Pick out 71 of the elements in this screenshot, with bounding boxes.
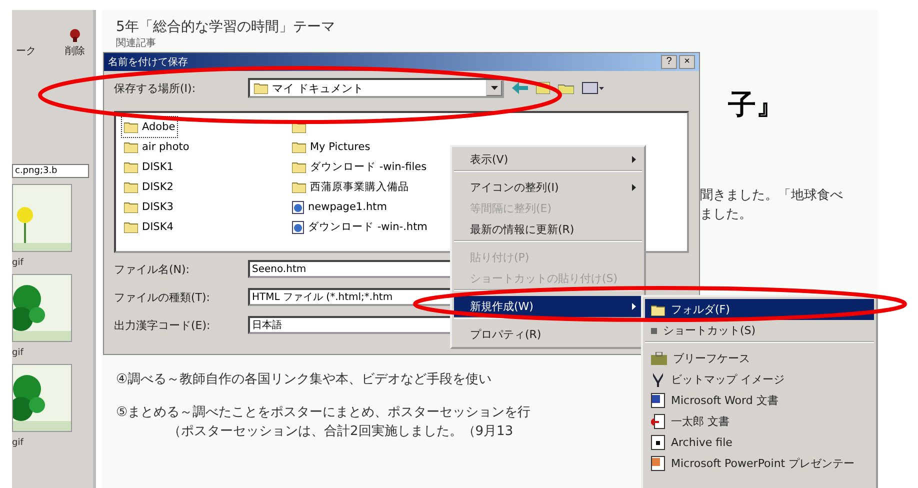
- file-item[interactable]: DISK1: [122, 157, 176, 177]
- file-item[interactable]: ダウンロード -win-.htm: [290, 217, 430, 237]
- folder-icon: [124, 181, 138, 193]
- field-label: ファイル名(N):: [114, 262, 191, 276]
- back-icon[interactable]: [512, 82, 528, 94]
- file-item[interactable]: DISK4: [122, 217, 176, 237]
- folder-icon: [124, 141, 138, 153]
- filter-dropdown[interactable]: c.png;3.b: [12, 164, 89, 178]
- folder-icon: [292, 161, 306, 173]
- body-text: ④調べる～教師自作の各国リンク集や本、ビデオなど手段を使い: [116, 371, 492, 389]
- folder-icon: [292, 181, 306, 193]
- thumbnail-caption: gif: [12, 348, 24, 358]
- body-text: ⑤まとめる～調べたことをポスターにまとめ、ポスターセッションを行: [116, 404, 531, 422]
- body-text: （ポスターセッションは、合計2回実施しました。（9月13: [167, 423, 514, 441]
- body-text: 聞きました。「地球食べ: [700, 187, 843, 205]
- document-icon: [651, 414, 665, 429]
- menu-item[interactable]: Microsoft Word 文書: [645, 390, 874, 411]
- web-page-icon: [292, 220, 304, 234]
- document-title: 子』: [728, 87, 784, 123]
- field-label: 出力漢字コード(E):: [114, 318, 212, 332]
- document-subheading: 関連記事: [116, 36, 157, 50]
- toolbar-label[interactable]: ーク: [16, 44, 36, 58]
- folder-icon: [124, 161, 138, 173]
- file-icon: [651, 435, 665, 450]
- file-item[interactable]: DISK2: [122, 177, 176, 197]
- submenu-arrow-icon: [632, 184, 636, 191]
- file-item[interactable]: air photo: [122, 137, 192, 157]
- close-button[interactable]: ×: [679, 55, 695, 69]
- location-label: 保存する場所(I):: [114, 80, 197, 96]
- thumbnail-caption: gif: [12, 258, 24, 268]
- folder-icon: [292, 141, 306, 153]
- folder-icon: [124, 221, 138, 233]
- view-menu-icon[interactable]: [582, 82, 604, 94]
- thumbnail-caption: gif: [12, 438, 24, 448]
- menu-item[interactable]: 表示(V): [454, 149, 642, 172]
- folder-icon: [254, 82, 268, 94]
- document-icon: [651, 393, 665, 408]
- menu-item[interactable]: Archive file: [645, 432, 874, 453]
- field-label: ファイルの種類(T):: [114, 290, 212, 304]
- folder-icon: [292, 121, 306, 133]
- briefcase-icon: [651, 352, 667, 365]
- submenu-arrow-icon: [632, 156, 636, 163]
- menu-item[interactable]: ブリーフケース: [645, 348, 874, 369]
- folder-icon: [124, 201, 138, 213]
- web-page-icon: [292, 200, 304, 214]
- file-item[interactable]: ダウンロード -win-files: [290, 157, 429, 177]
- shortcut-icon: [651, 328, 657, 334]
- file-item[interactable]: newpage1.htm: [290, 197, 389, 217]
- file-item[interactable]: Adobe: [122, 117, 178, 137]
- new-folder-icon[interactable]: [558, 82, 574, 94]
- folder-icon: [651, 304, 665, 316]
- file-item[interactable]: DISK3: [122, 197, 176, 217]
- menu-item[interactable]: Microsoft PowerPoint プレゼンテー: [645, 453, 874, 474]
- window-title: 名前を付けて保存: [108, 56, 189, 69]
- file-item[interactable]: 西蒲原事業購入備品: [290, 177, 411, 197]
- document-icon: [651, 456, 665, 471]
- menu-item[interactable]: アイコンの整列(I): [454, 177, 642, 198]
- menu-item[interactable]: ショートカット(S): [645, 320, 874, 343]
- document-heading: 5年「総合的な学習の時間」テーマ: [116, 18, 336, 36]
- menu-item[interactable]: ビットマップ イメージ: [645, 369, 874, 390]
- menu-item[interactable]: 一太郎 文書: [645, 411, 874, 432]
- toolbar-label[interactable]: 削除: [65, 44, 85, 58]
- menu-item[interactable]: 最新の情報に更新(R): [454, 219, 642, 242]
- caret-icon: [490, 86, 498, 90]
- help-button[interactable]: ?: [661, 55, 677, 69]
- file-item[interactable]: My Pictures: [290, 137, 372, 157]
- folder-icon: [124, 121, 138, 133]
- submenu-arrow-icon: [632, 303, 636, 310]
- dropdown-button[interactable]: [486, 80, 502, 96]
- body-text: ました。: [700, 206, 752, 224]
- location-dropdown[interactable]: マイ ドキュメント: [248, 78, 504, 98]
